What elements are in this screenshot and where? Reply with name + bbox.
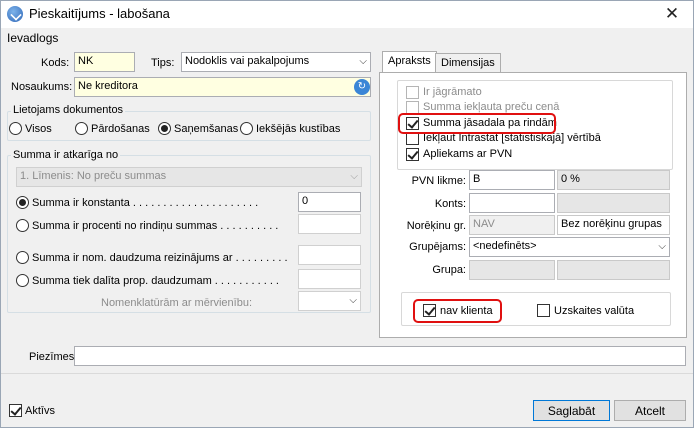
dalita-label: Summa tiek dalīta prop. daudzumam . . . … <box>32 275 279 287</box>
dalita-field[interactable] <box>298 269 361 289</box>
chevron-down-icon: ⌵ <box>658 241 666 252</box>
chevron-down-icon: ⌵ <box>359 56 367 67</box>
chk-aktivs[interactable] <box>9 404 22 417</box>
procenti-field[interactable] <box>298 214 361 234</box>
kods-field[interactable]: NK <box>74 52 135 72</box>
apliekams-pvn-label: Apliekams ar PVN <box>423 148 513 160</box>
divider <box>1 373 693 374</box>
chk-apliekams-pvn[interactable] <box>406 148 419 161</box>
procenti-label: Summa ir procenti no rindiņu summas . . … <box>32 220 279 232</box>
tips-value: Nodoklis vai pakalpojums <box>185 55 310 67</box>
radio-ieksejas-label: Iekšējās kustības <box>256 123 341 135</box>
nosaukums-value: Ne kreditora <box>78 80 138 92</box>
chk-uzskaites-valuta[interactable] <box>537 304 550 317</box>
app-logo-icon <box>7 6 23 22</box>
grupejams-select[interactable]: <nedefinēts> ⌵ <box>469 237 670 257</box>
piezimes-field[interactable] <box>74 346 686 366</box>
grupa-desc <box>557 260 670 280</box>
level-select[interactable]: 1. Līmenis: No preču summas ⌵ <box>16 167 362 187</box>
highlight-nav-klienta <box>413 299 502 323</box>
radio-konstanta[interactable] <box>16 196 29 209</box>
highlight-summa-jasadala <box>398 113 556 134</box>
radio-dalita[interactable] <box>16 274 29 287</box>
chevron-down-icon: ⌵ <box>350 171 358 182</box>
radio-visos[interactable] <box>9 122 22 135</box>
summa-ieklauta-label: Summa iekļauta preču cenā <box>423 101 560 113</box>
konts-field[interactable] <box>469 193 555 213</box>
close-icon[interactable]: ✕ <box>661 3 683 25</box>
nosaukums-field[interactable]: Ne kreditora <box>74 77 371 97</box>
menu-ievadlogs[interactable]: Ievadlogs <box>7 31 58 45</box>
konts-label: Konts: <box>434 198 466 210</box>
window-title: Pieskaitījums - labošana <box>29 6 170 21</box>
dialog-window: Pieskaitījums - labošana ✕ Ievadlogs Kod… <box>0 0 694 428</box>
radio-pardosanas[interactable] <box>75 122 88 135</box>
konts-desc <box>557 193 670 213</box>
nosaukums-label: Nosaukums: <box>11 81 73 93</box>
tips-select[interactable]: Nodoklis vai pakalpojums ⌵ <box>181 52 371 72</box>
tab-dimensijas[interactable]: Dimensijas <box>435 53 501 73</box>
level-select-value: 1. Līmenis: No preču summas <box>20 170 167 182</box>
save-button[interactable]: Saglabāt <box>533 400 610 421</box>
grupa-label: Grupa: <box>432 264 466 276</box>
radio-sanemsanas[interactable] <box>158 122 171 135</box>
radio-sanemsanas-label: Saņemšanas <box>174 123 239 135</box>
menu-bar: Ievadlogs <box>1 28 693 48</box>
kods-label: Kods: <box>41 57 70 69</box>
cancel-button[interactable]: Atcelt <box>614 400 686 421</box>
radio-ieksejas[interactable] <box>240 122 253 135</box>
refresh-icon[interactable]: ↻ <box>354 79 370 95</box>
radio-visos-label: Visos <box>25 123 52 135</box>
nomenklatura-select[interactable]: ⌵ <box>298 291 361 311</box>
radio-reizinajums[interactable] <box>16 251 29 264</box>
radio-pardosanas-label: Pārdošanas <box>91 123 150 135</box>
grupejams-value: <nedefinēts> <box>473 240 537 252</box>
tab-apraksts[interactable]: Apraksts <box>382 51 437 73</box>
grupejams-label: Grupējams: <box>409 241 466 253</box>
grupa-field <box>469 260 555 280</box>
pvn-likme-field[interactable]: B <box>469 170 555 190</box>
konstanta-label: Summa ir konstanta . . . . . . . . . . .… <box>32 197 259 209</box>
uzskaites-valuta-label: Uzskaites valūta <box>554 305 635 317</box>
chk-ir-jagramato[interactable] <box>406 86 419 99</box>
sum-group-title: Summa ir atkarīga no <box>11 149 121 161</box>
doc-group-title: Lietojams dokumentos <box>11 104 126 116</box>
title-bar: Pieskaitījums - labošana ✕ <box>1 1 693 28</box>
norekinu-desc: Bez norēķinu grupas <box>557 215 670 235</box>
piezimes-label: Piezīmes: <box>29 351 78 363</box>
chevron-down-icon: ⌵ <box>349 295 357 306</box>
nomenklatura-label: Nomenklatūrām ar mērvienību: <box>101 297 253 309</box>
konstanta-field[interactable]: 0 <box>298 192 361 212</box>
norekinu-label: Norēķinu gr. <box>406 220 466 232</box>
aktivs-label: Aktīvs <box>25 405 55 417</box>
norekinu-field[interactable]: NAV <box>469 215 555 235</box>
reizinajums-field[interactable] <box>298 245 361 265</box>
ir-jagramato-label: Ir jāgrāmato <box>423 86 482 98</box>
pvn-percent: 0 % <box>557 170 670 190</box>
radio-procenti[interactable] <box>16 219 29 232</box>
apraksts-panel: Ir jāgrāmato Summa iekļauta preču cenā S… <box>379 72 687 338</box>
pvn-likme-label: PVN likme: <box>411 175 466 187</box>
tips-label: Tips: <box>151 57 175 69</box>
reizinajums-label: Summa ir nom. daudzuma reizinājums ar . … <box>32 252 288 264</box>
